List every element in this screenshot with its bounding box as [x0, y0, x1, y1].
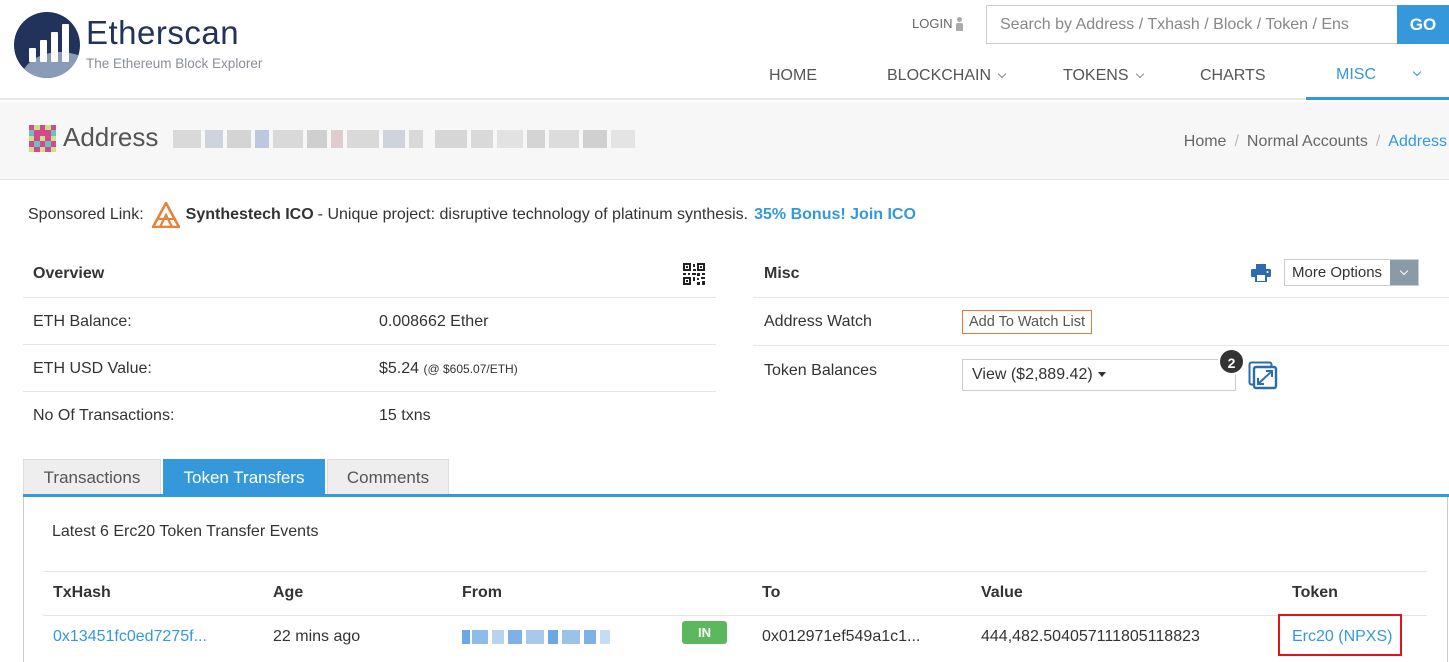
caret-down-icon [1097, 372, 1106, 377]
token-count-badge: 2 [1218, 348, 1245, 375]
qr-code-icon[interactable] [683, 263, 705, 285]
misc-title: Misc [764, 265, 800, 282]
age-cell: 22 mins ago [273, 628, 361, 645]
address-watch-label: Address Watch [764, 313, 872, 330]
eth-usd-amount: $5.24 [379, 360, 420, 377]
eth-balance-label: ETH Balance: [33, 313, 132, 330]
synthestech-logo-icon [151, 202, 180, 228]
nav-misc-label: MISC [1336, 65, 1376, 83]
chevron-down-icon [1390, 260, 1418, 285]
logo-name: Etherscan [86, 14, 240, 51]
login-link[interactable]: LOGIN [912, 16, 964, 31]
expand-icon[interactable] [1248, 361, 1278, 390]
to-cell: 0x012971ef549a1c1... [762, 628, 921, 645]
sponsored-text: - Unique project: disruptive technology … [317, 206, 749, 223]
column-age: Age [273, 584, 304, 601]
token-transfers-panel [23, 497, 1448, 662]
chevron-down-icon [1135, 69, 1144, 78]
tab-transactions[interactable]: Transactions [23, 459, 161, 495]
column-txhash: TxHash [53, 584, 111, 601]
site-header: Etherscan The Ethereum Block Explorer LO… [0, 0, 1449, 100]
nav-blockchain[interactable]: BLOCKCHAIN [887, 52, 1007, 100]
tx-count-label: No Of Transactions: [33, 407, 175, 424]
column-from: From [462, 584, 502, 601]
etherscan-logo-icon [14, 12, 80, 78]
nav-charts[interactable]: CHARTS [1200, 52, 1266, 100]
tx-count-value: 15 txns [379, 407, 431, 424]
breadcrumb-normal-accounts[interactable]: Normal Accounts [1247, 133, 1368, 150]
eth-usd-value: $5.24 (@ $605.07/ETH) [379, 360, 518, 378]
redacted-address [173, 130, 635, 148]
overview-title: Overview [33, 265, 105, 282]
page-title: Address [63, 122, 159, 152]
nav-blockchain-label: BLOCKCHAIN [887, 67, 992, 84]
eth-price-note: (@ $605.07/ETH) [423, 362, 518, 376]
more-options-label: More Options [1292, 264, 1383, 281]
address-title-bar: Address Home / Normal Accounts / Address [0, 102, 1449, 180]
nav-charts-label: CHARTS [1200, 67, 1266, 84]
print-icon[interactable] [1251, 264, 1271, 282]
column-to: To [762, 584, 781, 601]
direction-badge: IN [682, 621, 727, 644]
sponsored-name-link[interactable]: Synthestech ICO [186, 206, 314, 224]
token-balances-value: View ($2,889.42) [972, 366, 1093, 383]
login-label: LOGIN [912, 16, 953, 31]
breadcrumb: Home / Normal Accounts / Address [1183, 133, 1447, 150]
eth-usd-label: ETH USD Value: [33, 360, 152, 377]
breadcrumb-home[interactable]: Home [1184, 133, 1227, 150]
nav-misc[interactable]: MISC [1306, 52, 1449, 100]
search-input[interactable]: Search by Address / Txhash / Block / Tok… [986, 5, 1398, 44]
sponsored-bonus-link[interactable]: 35% Bonus! Join ICO [754, 206, 916, 224]
token-balances-dropdown[interactable]: View ($2,889.42) [962, 359, 1236, 391]
sponsored-link: Sponsored Link: Synthestech ICO - Unique… [28, 202, 916, 228]
nav-home[interactable]: HOME [769, 52, 817, 100]
chevron-down-icon [997, 69, 1007, 78]
txhash-link[interactable]: 0x13451fc0ed7275f... [53, 628, 207, 646]
nav-tokens-label: TOKENS [1063, 67, 1129, 84]
tab-token-transfers[interactable]: Token Transfers [163, 459, 325, 495]
address-identicon [29, 125, 56, 152]
chevron-down-icon [1412, 67, 1422, 77]
logo-tagline: The Ethereum Block Explorer [86, 56, 263, 71]
eth-balance-value: 0.008662 Ether [379, 313, 489, 330]
transfers-heading: Latest 6 Erc20 Token Transfer Events [52, 523, 319, 540]
tab-comments[interactable]: Comments [327, 459, 449, 495]
redacted-from-address[interactable] [462, 630, 610, 644]
nav-home-label: HOME [769, 67, 817, 84]
column-value: Value [981, 584, 1023, 601]
sponsored-prefix: Sponsored Link: [28, 206, 144, 223]
column-token: Token [1292, 584, 1338, 601]
nav-tokens[interactable]: TOKENS [1063, 52, 1144, 100]
add-to-watch-list-button[interactable]: Add To Watch List [962, 310, 1093, 334]
token-highlight-box [1278, 614, 1402, 656]
more-options-dropdown[interactable]: More Options [1284, 259, 1419, 286]
user-icon [955, 16, 964, 31]
etherscan-logo[interactable]: Etherscan The Ethereum Block Explorer [14, 10, 284, 82]
token-balances-label: Token Balances [764, 362, 877, 379]
value-cell: 444,482.504057111805118823 [981, 628, 1200, 645]
search-go-button[interactable]: GO [1397, 5, 1449, 44]
breadcrumb-current: Address [1388, 133, 1447, 150]
